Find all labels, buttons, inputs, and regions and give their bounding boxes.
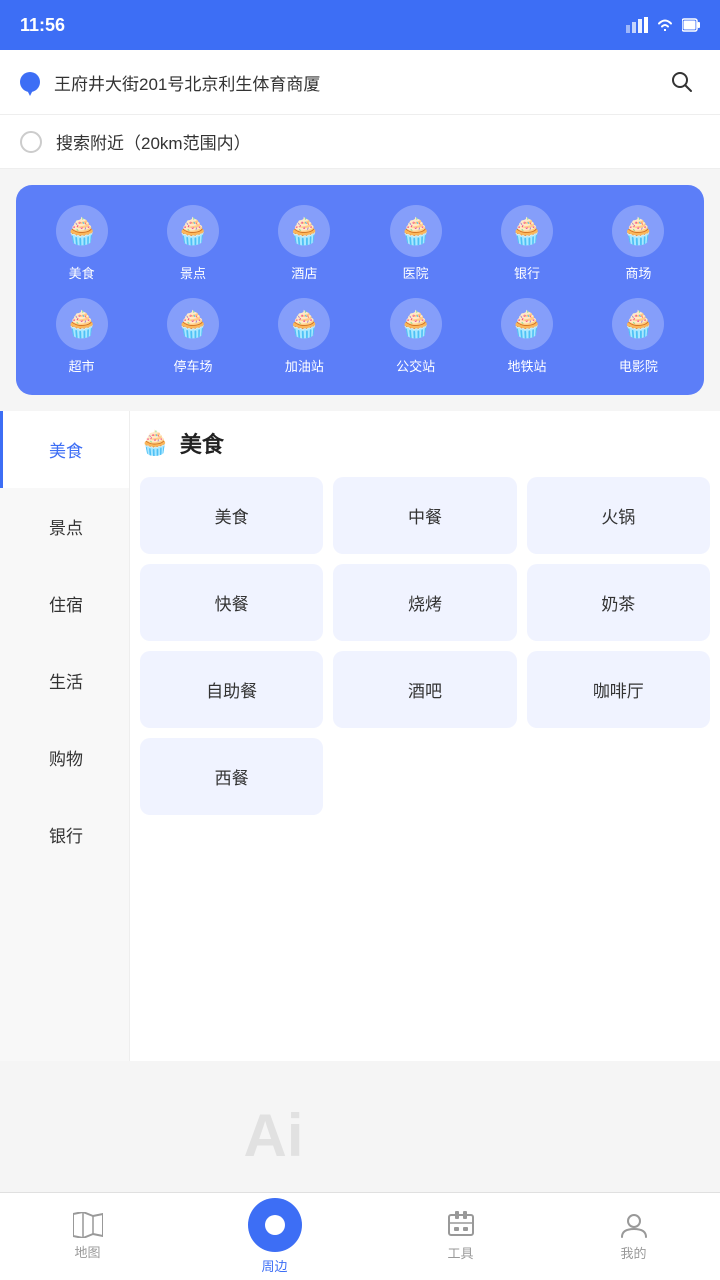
category-chaoshi[interactable]: 🧁 超市 [26, 298, 137, 375]
category-tingchechang[interactable]: 🧁 停车场 [137, 298, 248, 375]
ditiezhan-label: 地铁站 [507, 356, 546, 375]
sidebar-item-zhushu[interactable]: 住宿 [0, 565, 129, 642]
jiudian-label: 酒店 [291, 263, 317, 282]
search-icon [670, 70, 694, 94]
nearby-dot-inner [265, 1215, 285, 1235]
jiudian-icon: 🧁 [278, 205, 330, 257]
category-yinhang[interactable]: 🧁 银行 [471, 205, 582, 282]
tools-icon [447, 1211, 475, 1239]
subcat-grid-3: 自助餐 酒吧 咖啡厅 [140, 651, 710, 728]
subcat-meishi[interactable]: 美食 [140, 477, 323, 554]
meishi-label: 美食 [69, 263, 95, 282]
status-time: 11:56 [20, 15, 65, 36]
chaoshi-icon: 🧁 [56, 298, 108, 350]
shangchang-icon: 🧁 [612, 205, 664, 257]
section-icon: 🧁 [140, 429, 170, 458]
radio-button[interactable] [20, 131, 42, 153]
tingchechang-label: 停车场 [173, 356, 212, 375]
jingdian-icon: 🧁 [167, 205, 219, 257]
sidebar-item-jingdian[interactable]: 景点 [0, 488, 129, 565]
category-grid: 🧁 美食 🧁 景点 🧁 酒店 🧁 医院 🧁 银行 🧁 商场 🧁 超市 🧁 停车场… [16, 185, 704, 395]
search-button[interactable] [664, 64, 700, 100]
gongjiaozhan-label: 公交站 [396, 356, 435, 375]
tingchechang-icon: 🧁 [167, 298, 219, 350]
jiayouzhan-icon: 🧁 [278, 298, 330, 350]
category-shangchang[interactable]: 🧁 商场 [583, 205, 694, 282]
category-gongjiaozhan[interactable]: 🧁 公交站 [360, 298, 471, 375]
ai-watermark: Ai [176, 1079, 371, 1192]
status-bar: 11:56 [0, 0, 720, 50]
nearby-dot [248, 1198, 302, 1252]
subcat-grid: 美食 中餐 火锅 [140, 477, 710, 554]
sidebar-item-gouwu[interactable]: 购物 [0, 719, 129, 796]
yiyuan-icon: 🧁 [390, 205, 442, 257]
section-title: 美食 [180, 427, 224, 459]
nav-zhoubian[interactable]: 周边 [228, 1192, 322, 1280]
shangchang-label: 商场 [625, 263, 651, 282]
main-area: 美食 景点 住宿 生活 购物 银行 🧁 美食 美食 中餐 [0, 411, 720, 1061]
category-yiyuan[interactable]: 🧁 医院 [360, 205, 471, 282]
map-icon [73, 1212, 103, 1238]
ditiezhan-icon: 🧁 [501, 298, 553, 350]
dianyingyuan-label: 电影院 [619, 356, 658, 375]
nav-ditu-label: 地图 [74, 1242, 100, 1261]
category-jiudian[interactable]: 🧁 酒店 [249, 205, 360, 282]
nearby-label: 搜索附近（20km范围内） [56, 129, 251, 154]
subcat-shaokao[interactable]: 烧烤 [333, 564, 516, 641]
nav-ditu[interactable]: 地图 [53, 1206, 123, 1267]
subcat-nacha[interactable]: 奶茶 [527, 564, 710, 641]
wifi-icon [656, 18, 674, 32]
subcat-zizhufan[interactable]: 自助餐 [140, 651, 323, 728]
left-sidebar: 美食 景点 住宿 生活 购物 银行 [0, 411, 130, 1061]
nav-wode[interactable]: 我的 [600, 1205, 668, 1268]
section-header: 🧁 美食 [140, 427, 710, 459]
nearby-toggle[interactable]: 搜索附近（20km范围内） [0, 115, 720, 169]
status-icons [626, 17, 700, 33]
category-dianyingyuan[interactable]: 🧁 电影院 [583, 298, 694, 375]
category-jiayouzhan[interactable]: 🧁 加油站 [249, 298, 360, 375]
bottom-nav: 地图 周边 工具 我的 [0, 1192, 720, 1280]
search-bar: 王府井大街201号北京利生体育商厦 [0, 50, 720, 115]
subcat-grid-4: 西餐 [140, 738, 710, 815]
dianyingyuan-icon: 🧁 [612, 298, 664, 350]
nav-gongju[interactable]: 工具 [427, 1205, 495, 1268]
meishi-icon: 🧁 [56, 205, 108, 257]
subcat-huoguo[interactable]: 火锅 [527, 477, 710, 554]
subcat-jiuba[interactable]: 酒吧 [333, 651, 516, 728]
subcat-kuaican[interactable]: 快餐 [140, 564, 323, 641]
nav-gongju-label: 工具 [447, 1243, 473, 1262]
yiyuan-label: 医院 [403, 263, 429, 282]
category-jingdian[interactable]: 🧁 景点 [137, 205, 248, 282]
signal-icon [626, 17, 648, 33]
battery-icon [682, 17, 700, 33]
sidebar-item-shenghuo[interactable]: 生活 [0, 642, 129, 719]
profile-icon [620, 1211, 648, 1239]
category-meishi[interactable]: 🧁 美食 [26, 205, 137, 282]
gongjiaozhan-icon: 🧁 [390, 298, 442, 350]
right-content: 🧁 美食 美食 中餐 火锅 快餐 烧烤 奶茶 [130, 411, 720, 1061]
yinhang-label: 银行 [514, 263, 540, 282]
nav-zhoubian-label: 周边 [261, 1256, 287, 1275]
category-ditiezhan[interactable]: 🧁 地铁站 [471, 298, 582, 375]
chaoshi-label: 超市 [69, 356, 95, 375]
jingdian-label: 景点 [180, 263, 206, 282]
subcat-zhongcan[interactable]: 中餐 [333, 477, 516, 554]
subcat-xican[interactable]: 西餐 [140, 738, 323, 815]
subcat-kafei[interactable]: 咖啡厅 [527, 651, 710, 728]
yinhang-icon: 🧁 [501, 205, 553, 257]
nav-wode-label: 我的 [620, 1243, 646, 1262]
subcat-grid-2: 快餐 烧烤 奶茶 [140, 564, 710, 641]
location-icon [20, 72, 40, 92]
sidebar-item-meishi[interactable]: 美食 [0, 411, 129, 488]
jiayouzhan-label: 加油站 [285, 356, 324, 375]
sidebar-item-yinhang[interactable]: 银行 [0, 796, 129, 873]
location-text: 王府井大街201号北京利生体育商厦 [54, 70, 650, 95]
